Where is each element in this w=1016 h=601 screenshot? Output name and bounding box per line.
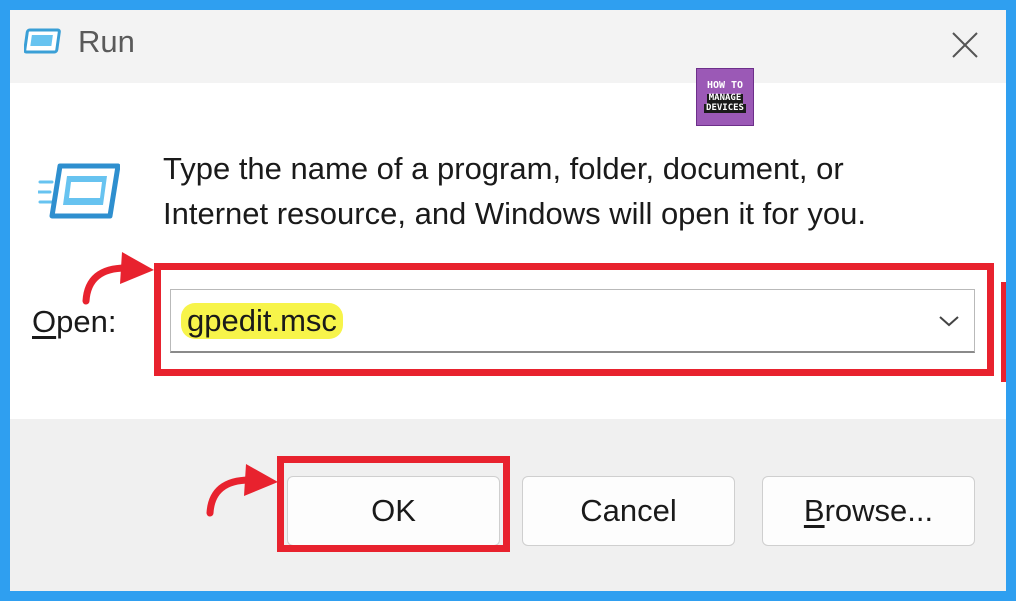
open-label: Open: <box>32 304 116 340</box>
open-combobox[interactable]: gpedit.msc <box>170 289 975 353</box>
logo-line-3: DEVICES <box>704 102 746 114</box>
browse-button-accelerator: B <box>803 493 825 528</box>
run-app-icon <box>38 163 120 219</box>
how-to-manage-devices-logo: HOW TO MANAGE DEVICES <box>696 68 754 126</box>
open-label-text: pen: <box>56 304 117 339</box>
description-line-1: Type the name of a program, folder, docu… <box>163 151 844 186</box>
browse-button[interactable]: Browse... <box>762 476 975 546</box>
run-dialog: Run HOW TO MANAGE DEVICES Type the name … <box>10 10 1006 591</box>
close-icon <box>952 32 978 58</box>
run-description: Type the name of a program, folder, docu… <box>163 146 983 236</box>
description-line-2: Internet resource, and Windows will open… <box>163 196 867 231</box>
open-input-value[interactable]: gpedit.msc <box>181 303 343 339</box>
open-label-accelerator: O <box>32 304 57 339</box>
close-button[interactable] <box>940 20 990 70</box>
window-title: Run <box>78 24 135 59</box>
run-icon <box>24 28 61 54</box>
chevron-down-icon <box>939 316 959 327</box>
logo-line-1: HOW TO <box>706 79 744 91</box>
title-bar: Run <box>10 10 1006 83</box>
cancel-button[interactable]: Cancel <box>522 476 735 546</box>
open-dropdown-button[interactable] <box>934 306 964 336</box>
ok-button[interactable]: OK <box>287 476 500 546</box>
annotation-edge-mark <box>1001 282 1006 382</box>
browse-button-label: rowse... <box>824 493 934 528</box>
annotation-arrow-input <box>82 252 154 305</box>
cancel-button-label: Cancel <box>580 493 677 528</box>
ok-button-label: OK <box>371 493 416 528</box>
